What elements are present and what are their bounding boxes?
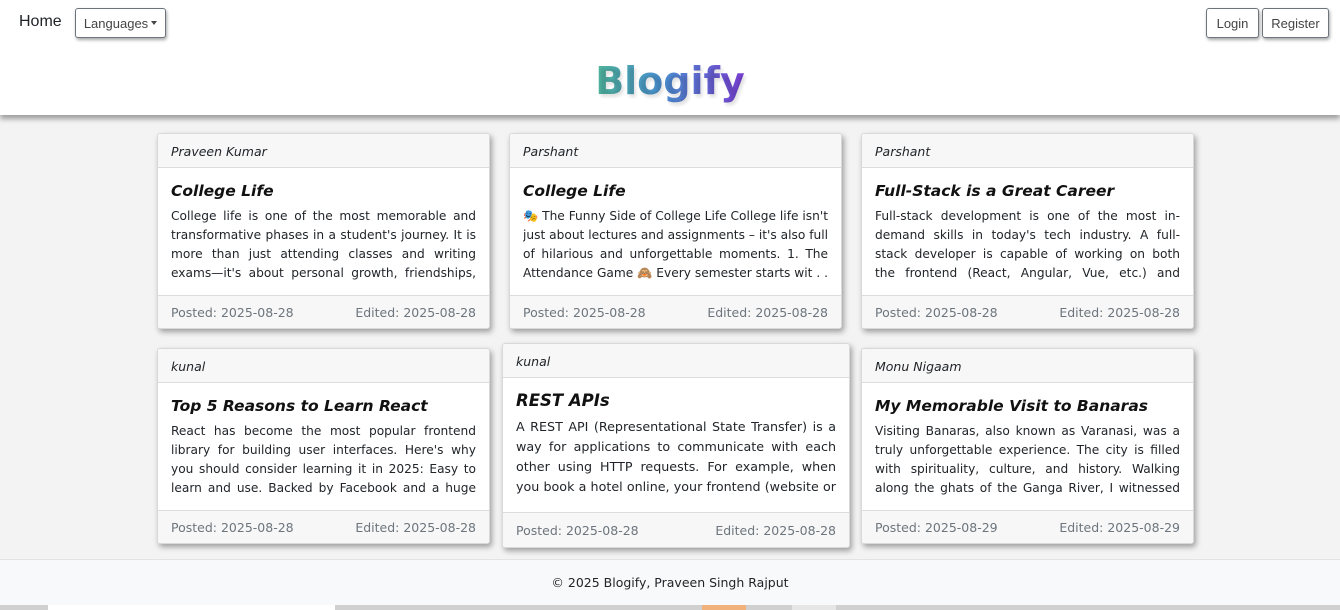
site-header: Home Languages Login Register Blogify	[0, 0, 1340, 115]
bottom-scroll-strip	[0, 605, 1340, 610]
post-excerpt: React has become the most popular fronte…	[171, 424, 476, 495]
post-author: Praveen Kumar	[158, 134, 489, 168]
post-title[interactable]: REST APIs	[516, 391, 836, 411]
post-footer: Posted: 2025-08-28 Edited: 2025-08-28	[503, 512, 849, 547]
post-card-hovered[interactable]: kunal REST APIs A REST API (Representati…	[502, 343, 850, 548]
languages-dropdown-button[interactable]: Languages	[75, 8, 166, 38]
post-excerpt: 🎭 The Funny Side of College Life College…	[523, 209, 828, 280]
post-author: Parshant	[510, 134, 841, 168]
post-card[interactable]: Monu Nigaam My Memorable Visit to Banara…	[861, 348, 1194, 544]
post-posted-date: Posted: 2025-08-28	[171, 304, 294, 320]
bottom-strip-segment	[702, 605, 746, 610]
post-posted-date: Posted: 2025-08-28	[875, 304, 998, 320]
post-edited-date: Edited: 2025-08-29	[1059, 519, 1180, 535]
post-footer: Posted: 2025-08-28 Edited: 2025-08-28	[158, 510, 489, 543]
post-title[interactable]: Full-Stack is a Great Career	[875, 181, 1180, 201]
bottom-strip-segment	[792, 605, 836, 610]
register-button[interactable]: Register	[1262, 8, 1329, 38]
post-edited-date: Edited: 2025-08-28	[1059, 304, 1180, 320]
post-body: REST APIs A REST API (Representational S…	[503, 378, 849, 514]
post-title[interactable]: College Life	[523, 181, 828, 201]
post-card[interactable]: Parshant College Life 🎭 The Funny Side o…	[509, 133, 842, 329]
post-author: Monu Nigaam	[862, 349, 1193, 383]
post-card[interactable]: kunal Top 5 Reasons to Learn React React…	[157, 348, 490, 544]
login-button[interactable]: Login	[1206, 8, 1259, 38]
post-posted-date: Posted: 2025-08-28	[523, 304, 646, 320]
post-excerpt: A REST API (Representational State Trans…	[516, 419, 836, 494]
post-card[interactable]: Praveen Kumar College Life College life …	[157, 133, 490, 329]
post-excerpt: Full-stack development is one of the mos…	[875, 209, 1180, 280]
post-card[interactable]: Parshant Full-Stack is a Great Career Fu…	[861, 133, 1194, 329]
caret-down-icon	[151, 21, 158, 25]
bottom-strip-segment	[48, 605, 335, 610]
post-footer: Posted: 2025-08-28 Edited: 2025-08-28	[510, 295, 841, 328]
post-title[interactable]: My Memorable Visit to Banaras	[875, 396, 1180, 416]
post-edited-date: Edited: 2025-08-28	[707, 304, 828, 320]
languages-label: Languages	[83, 15, 149, 31]
post-title[interactable]: College Life	[171, 181, 476, 201]
post-edited-date: Edited: 2025-08-28	[715, 522, 836, 538]
brand-title: Blogify	[0, 56, 1340, 106]
post-body: Top 5 Reasons to Learn React React has b…	[158, 383, 489, 511]
post-posted-date: Posted: 2025-08-28	[516, 522, 639, 538]
brand-text: Blogify	[595, 59, 745, 103]
post-author: kunal	[503, 344, 849, 378]
post-body: College Life 🎭 The Funny Side of College…	[510, 168, 841, 296]
post-body: My Memorable Visit to Banaras Visiting B…	[862, 383, 1193, 511]
post-edited-date: Edited: 2025-08-28	[355, 304, 476, 320]
home-link[interactable]: Home	[19, 13, 62, 31]
post-excerpt: College life is one of the most memorabl…	[171, 209, 476, 280]
post-title[interactable]: Top 5 Reasons to Learn React	[171, 396, 476, 416]
post-body: College Life College life is one of the …	[158, 168, 489, 296]
site-footer: © 2025 Blogify, Praveen Singh Rajput	[0, 559, 1340, 605]
post-author: kunal	[158, 349, 489, 383]
post-footer: Posted: 2025-08-28 Edited: 2025-08-28	[862, 295, 1193, 328]
footer-copyright: © 2025 Blogify, Praveen Singh Rajput	[551, 575, 789, 590]
post-edited-date: Edited: 2025-08-28	[355, 519, 476, 535]
post-footer: Posted: 2025-08-28 Edited: 2025-08-28	[158, 295, 489, 328]
post-body: Full-Stack is a Great Career Full-stack …	[862, 168, 1193, 296]
post-author: Parshant	[862, 134, 1193, 168]
post-footer: Posted: 2025-08-29 Edited: 2025-08-29	[862, 510, 1193, 543]
post-posted-date: Posted: 2025-08-28	[171, 519, 294, 535]
post-posted-date: Posted: 2025-08-29	[875, 519, 998, 535]
post-excerpt: Visiting Banaras, also known as Varanasi…	[875, 424, 1180, 495]
